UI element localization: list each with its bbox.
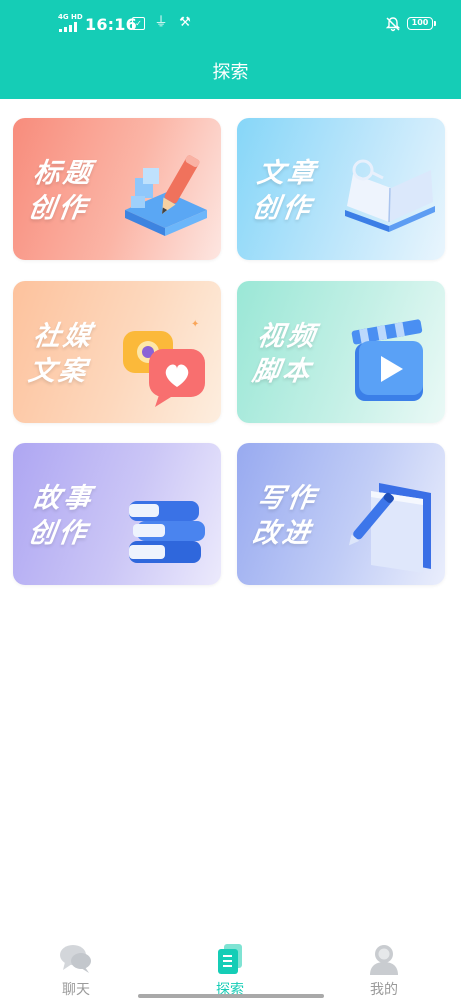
tab-label: 聊天 — [62, 982, 90, 998]
svg-text:✦: ✦ — [191, 319, 199, 330]
pencil-blocks-icon — [125, 155, 207, 236]
open-book-icon — [345, 159, 435, 232]
tab-chat[interactable]: 聊天 — [36, 942, 116, 999]
video-play-icon — [351, 319, 423, 401]
book-stack-icon — [129, 501, 205, 563]
chat-heart-icon: ✦ — [123, 319, 205, 407]
mute-icon — [385, 17, 401, 32]
chat-bubbles-icon — [60, 945, 91, 973]
card-label: 视频 脚本 — [250, 321, 320, 387]
card-writing-improve[interactable]: 写作 改进 — [237, 443, 445, 585]
status-time: 16:16 — [85, 15, 137, 34]
tab-explore[interactable]: 探索 — [190, 942, 270, 999]
pen-paper-icon — [348, 483, 431, 573]
tab-label: 我的 — [370, 982, 398, 998]
home-indicator[interactable] — [138, 994, 324, 998]
status-bar: 4G HD 16:16 ✓ ⏚ ⚒ 100 — [0, 0, 461, 48]
status-icons: ✓ ⏚ ⚒ — [132, 15, 193, 31]
card-video-script[interactable]: 视频 脚本 — [237, 281, 445, 423]
card-label: 标题 创作 — [26, 158, 96, 224]
card-label: 社媒 文案 — [26, 321, 96, 387]
card-social-copy[interactable]: 社媒 文案 ✦ — [13, 281, 221, 423]
signal-icon — [59, 22, 81, 32]
explore-doc-icon — [218, 944, 242, 974]
app-header: 4G HD 16:16 ✓ ⏚ ⚒ 100 探索 — [0, 0, 461, 99]
bottom-tab-bar: 聊天 探索 我的 — [0, 930, 461, 1000]
tab-mine[interactable]: 我的 — [344, 942, 424, 999]
card-title-creation[interactable]: 标题 创作 — [13, 118, 221, 260]
page-title: 探索 — [212, 62, 249, 83]
network-type: 4G HD — [58, 13, 83, 21]
profile-icon — [370, 945, 398, 975]
data-saver-icon: ✓ — [132, 16, 145, 30]
card-label: 故事 创作 — [26, 483, 96, 549]
card-label: 文章 创作 — [250, 158, 320, 224]
developer-tools-icon: ⚒ — [179, 15, 191, 30]
usb-icon: ⏚ — [154, 15, 168, 30]
card-story-creation[interactable]: 故事 创作 — [13, 443, 221, 585]
card-label: 写作 改进 — [250, 483, 320, 549]
card-article-creation[interactable]: 文章 创作 — [237, 118, 445, 260]
battery-icon: 100 — [407, 17, 436, 30]
